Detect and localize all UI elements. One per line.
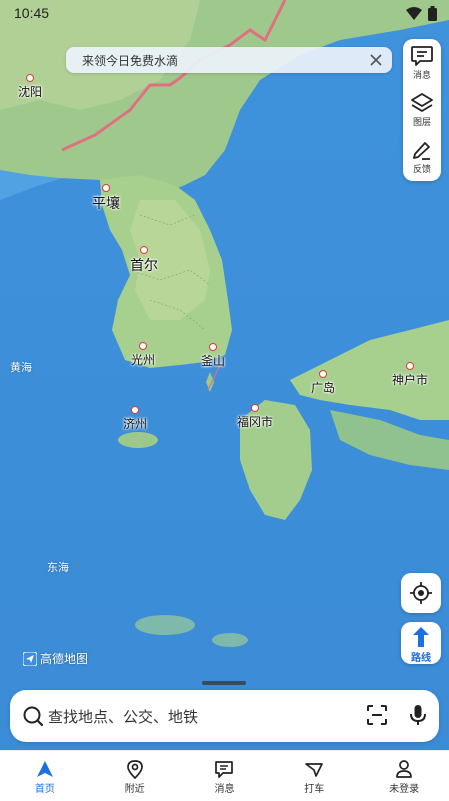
city-marker-fukuoka[interactable]: 福冈市: [237, 404, 273, 430]
city-marker-busan[interactable]: 釜山: [201, 343, 225, 369]
city-label: 沈阳: [18, 85, 43, 99]
city-label: 平壤: [92, 196, 120, 212]
city-marker-pyongyang[interactable]: 平壤: [92, 184, 120, 213]
battery-icon: [428, 6, 437, 21]
city-label: 首尔: [130, 258, 158, 274]
city-dot-icon: [209, 343, 217, 351]
home-arrow-icon: [36, 761, 53, 777]
amap-logo: 高德地图: [23, 650, 88, 667]
messages-label: 消息: [412, 71, 431, 81]
wifi-icon: [406, 6, 422, 20]
city-dot-icon: [26, 74, 34, 82]
nav-messages-label: 消息: [214, 784, 235, 795]
jeju-island: [118, 432, 158, 448]
status-icons: [406, 6, 437, 21]
city-label: 广岛: [311, 381, 336, 395]
status-bar: 10:45: [0, 0, 449, 28]
city-marker-kobe[interactable]: 神户市: [392, 362, 428, 388]
city-dot-icon: [406, 362, 414, 370]
nav-profile[interactable]: 未登录: [359, 751, 449, 801]
crosshair-icon: [410, 582, 432, 604]
city-label: 神户市: [392, 373, 429, 387]
city-marker-gwangju[interactable]: 光州: [131, 342, 155, 368]
nav-nearby-label: 附近: [124, 784, 145, 795]
location-pin-icon: [126, 760, 143, 779]
feedback-button[interactable]: 反馈: [403, 133, 441, 179]
city-dot-icon: [319, 370, 327, 378]
status-time: 10:45: [14, 5, 50, 21]
layers-icon: [411, 93, 433, 112]
microphone-icon[interactable]: [406, 703, 430, 727]
city-dot-icon: [131, 406, 139, 414]
nav-taxi-label: 打车: [304, 784, 325, 795]
locate-me-button[interactable]: [401, 573, 441, 613]
layers-label: 图层: [412, 118, 431, 128]
city-dot-icon: [102, 184, 110, 192]
promo-banner[interactable]: 来领今日免费水滴: [66, 47, 392, 73]
city-marker-seoul[interactable]: 首尔: [130, 246, 158, 275]
city-label: 福冈市: [237, 415, 274, 429]
city-marker-jeju[interactable]: 济州: [123, 406, 147, 432]
route-button[interactable]: 路线: [401, 622, 441, 664]
logo-text: 高德地图: [40, 652, 89, 666]
edit-pencil-icon: [413, 142, 430, 160]
city-dot-icon: [139, 342, 147, 350]
feedback-label: 反馈: [412, 165, 431, 175]
city-label: 光州: [131, 353, 156, 367]
nav-home[interactable]: 首页: [0, 751, 90, 801]
nav-profile-label: 未登录: [389, 784, 420, 795]
city-marker-shenyang[interactable]: 沈阳: [18, 74, 42, 100]
map-side-panel: 消息 图层 反馈: [403, 39, 441, 181]
sea-label-east-sea: 东海: [47, 561, 69, 574]
nav-messages[interactable]: 消息: [180, 751, 270, 801]
nav-taxi[interactable]: 打车: [269, 751, 359, 801]
user-icon: [396, 760, 412, 778]
layers-button[interactable]: 图层: [403, 86, 441, 132]
taxi-icon: [305, 763, 324, 777]
city-dot-icon: [140, 246, 148, 254]
search-icon: [23, 706, 44, 727]
message-bubble-icon: [411, 46, 433, 66]
city-marker-hiroshima[interactable]: 广岛: [311, 370, 335, 396]
promo-banner-text: 来领今日免费水滴: [82, 53, 179, 68]
map-canvas[interactable]: [0, 0, 449, 800]
nav-home-label: 首页: [34, 784, 55, 795]
scan-icon[interactable]: [366, 704, 388, 726]
message-icon: [215, 761, 234, 778]
route-arrow-icon: [413, 627, 429, 647]
search-input[interactable]: 查找地点、公交、地铁: [48, 706, 198, 727]
drag-handle[interactable]: [202, 681, 246, 685]
navigation-arrow-icon: [23, 651, 37, 666]
sea-label-yellow-sea: 黄海: [10, 361, 32, 374]
route-label: 路线: [411, 653, 431, 664]
close-icon[interactable]: [366, 50, 386, 70]
city-label: 釜山: [201, 354, 226, 368]
nav-nearby[interactable]: 附近: [90, 751, 180, 801]
search-bar[interactable]: 查找地点、公交、地铁: [10, 690, 439, 742]
messages-button[interactable]: 消息: [403, 39, 441, 85]
city-label: 济州: [123, 417, 148, 431]
bottom-nav: 首页 附近 消息 打车 未登录: [0, 750, 449, 801]
city-dot-icon: [251, 404, 259, 412]
